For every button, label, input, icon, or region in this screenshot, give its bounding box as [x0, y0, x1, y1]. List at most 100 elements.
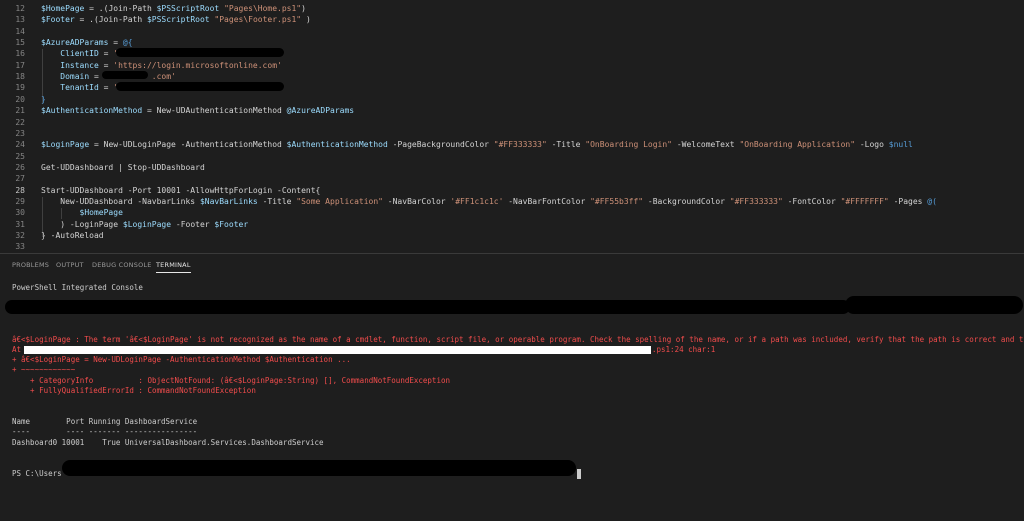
panel-tabs: PROBLEMS OUTPUT DEBUG CONSOLE TERMINAL — [0, 257, 1024, 273]
code-text: $HomePage — [41, 207, 123, 218]
code-line: 12 $HomePage = .(Join-Path $PSScriptRoot … — [0, 3, 1024, 14]
line-number: 15 — [15, 38, 25, 48]
code-token: -Logo — [855, 140, 889, 150]
error-message: â€<$LoginPage : The term 'â€<$LoginPage'… — [12, 335, 1024, 344]
code-line: 22 — [0, 117, 1024, 128]
tab-terminal[interactable]: TERMINAL — [156, 261, 191, 273]
code-line: 25 — [0, 151, 1024, 162]
code-text: Get-UDDashboard | Stop-UDDashboard — [41, 162, 205, 173]
line-number: 16 — [15, 49, 25, 59]
code-token: @AzureADParams — [286, 106, 355, 116]
code-line: 23 — [0, 128, 1024, 139]
code-token: "Some Application" — [296, 196, 383, 206]
code-token: $Footer — [214, 219, 249, 229]
code-token: $HomePage — [41, 4, 85, 13]
code-text: } -AutoReload — [41, 230, 104, 241]
line-number: 26 — [15, 162, 25, 172]
code-token: = .(Join-Path — [74, 15, 147, 25]
code-token: TenantId — [60, 83, 99, 93]
redaction-mark — [845, 296, 1023, 314]
code-line: 30 $HomePage — [0, 207, 1024, 218]
code-text: Instance = 'https://login.microsoftonlin… — [41, 60, 282, 71]
code-line: 31 ) -LoginPage $LoginPage -Footer $Foot… — [0, 219, 1024, 230]
code-text: $Footer = .(Join-Path $PSScriptRoot "Pag… — [41, 14, 311, 25]
code-token: = — [98, 60, 114, 70]
code-token: -Title — [546, 140, 586, 150]
line-number: 28 — [15, 185, 25, 195]
code-token: -NavBarColor — [382, 196, 451, 206]
line-number: 17 — [15, 60, 25, 70]
code-token: ) — [301, 15, 311, 25]
code-token: "#FF333333" — [493, 140, 547, 150]
line-number: 30 — [15, 208, 25, 218]
code-token: Instance — [60, 60, 99, 70]
code-line: 13 $Footer = .(Join-Path $PSScriptRoot "P… — [0, 14, 1024, 25]
terminal-prompt: PS C:\Users — [12, 469, 62, 478]
table-header: Name Port Running DashboardService — [12, 417, 198, 426]
code-token: $NavBarLinks — [199, 196, 258, 206]
code-line: 29 New-UDDashboard -NavbarLinks $NavBarL… — [0, 196, 1024, 207]
code-token: $AuthenticationMethod — [286, 140, 388, 150]
code-token: = — [108, 38, 123, 48]
code-token: $HomePage — [79, 208, 123, 218]
code-line: 18 Domain = ' .com' — [0, 71, 1024, 82]
terminal-header: PowerShell Integrated Console — [12, 283, 143, 292]
line-number: 14 — [15, 26, 25, 36]
code-token: $AzureADParams — [41, 38, 109, 48]
code-token: -Footer — [171, 219, 215, 229]
code-text: $AzureADParams = @{ — [41, 37, 133, 48]
code-token: $AuthenticationMethod — [41, 106, 143, 116]
code-line: 21 $AuthenticationMethod = New-UDAuthenti… — [0, 105, 1024, 116]
code-editor[interactable]: 12 $HomePage = .(Join-Path $PSScriptRoot … — [0, 0, 1024, 253]
code-text: $AuthenticationMethod = New-UDAuthentica… — [41, 105, 354, 116]
table-rule: ---- ---- ------- ---------------- — [12, 427, 198, 436]
bottom-panel: PROBLEMS OUTPUT DEBUG CONSOLE TERMINAL P… — [0, 253, 1024, 521]
line-number: 19 — [15, 83, 25, 93]
code-token: $LoginPage — [41, 140, 90, 150]
table-row: Dashboard0 10001 True UniversalDashboard… — [12, 438, 324, 447]
terminal-cursor — [577, 469, 581, 479]
code-token: ) — [301, 4, 306, 13]
redaction-mark — [102, 71, 148, 79]
code-token: @( — [927, 196, 937, 206]
code-token: } -AutoReload — [41, 231, 104, 240]
terminal[interactable]: PowerShell Integrated Console â€<$LoginP… — [0, 274, 1024, 521]
code-token: $LoginPage — [122, 219, 172, 229]
code-token: -NavBarFontColor — [503, 196, 591, 206]
code-token: -WelcomeText — [672, 140, 740, 150]
code-line: 15 $AzureADParams = @{ — [0, 37, 1024, 48]
code-token: New-UDDashboard -NavbarLinks — [41, 196, 200, 206]
code-token: = — [98, 49, 114, 59]
code-token: = — [98, 83, 114, 93]
redaction-mark — [24, 346, 651, 354]
redaction-mark — [116, 48, 284, 57]
code-token: @{ — [122, 38, 133, 48]
line-number: 13 — [15, 15, 25, 25]
code-token: = New-UDLoginPage -AuthenticationMethod — [89, 140, 287, 150]
code-token: = New-UDAuthenticationMethod — [142, 106, 287, 116]
error-location: At — [12, 345, 22, 354]
code-token: $PSScriptRoot — [156, 4, 220, 13]
code-token: -BackgroundColor — [643, 196, 730, 206]
code-line: 33 — [0, 241, 1024, 252]
code-text: $LoginPage = New-UDLoginPage -Authentica… — [41, 139, 913, 150]
code-text: Start-UDDashboard -Port 10001 -AllowHttp… — [41, 185, 320, 196]
code-token: "OnBoarding Application" — [739, 140, 856, 150]
line-number: 25 — [15, 151, 25, 161]
code-token: $Footer — [41, 15, 75, 25]
code-token: Get-UDDashboard | Stop-UDDashboard — [41, 162, 205, 172]
code-text: } — [41, 94, 46, 105]
tab-output[interactable]: OUTPUT — [56, 261, 84, 269]
error-line: + â€<$LoginPage = New-UDLoginPage -Authe… — [12, 355, 351, 364]
line-number: 33 — [15, 242, 25, 252]
tab-problems[interactable]: PROBLEMS — [12, 261, 49, 269]
tab-debug-console[interactable]: DEBUG CONSOLE — [92, 261, 152, 269]
redaction-mark — [5, 300, 850, 314]
code-token: ClientID — [60, 49, 99, 59]
line-number: 23 — [15, 128, 25, 138]
line-number: 12 — [15, 4, 25, 13]
code-token: "#FF333333" — [729, 196, 783, 206]
